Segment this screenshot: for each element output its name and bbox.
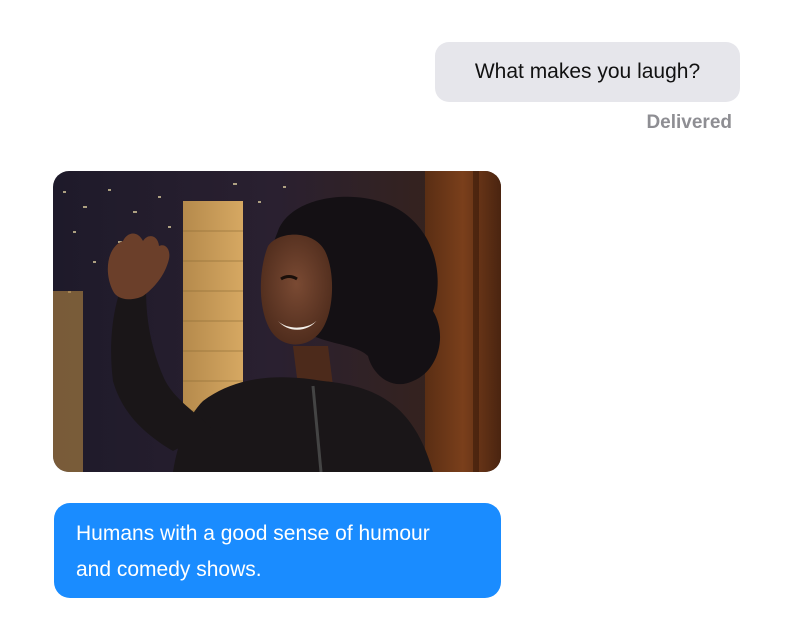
incoming-media-message[interactable] xyxy=(53,171,501,472)
incoming-message-line-2: and comedy shows. xyxy=(76,558,262,581)
photo-laughing-woman-icon xyxy=(53,171,501,472)
incoming-message-bubble[interactable]: Humans with a good sense of humour and c… xyxy=(54,503,501,598)
delivery-status: Delivered xyxy=(646,112,732,133)
message-thread: What makes you laugh? Delivered Humans w… xyxy=(0,0,800,624)
outgoing-message-bubble[interactable]: What makes you laugh? xyxy=(435,42,740,102)
incoming-message-line-1: Humans with a good sense of humour xyxy=(76,522,430,545)
